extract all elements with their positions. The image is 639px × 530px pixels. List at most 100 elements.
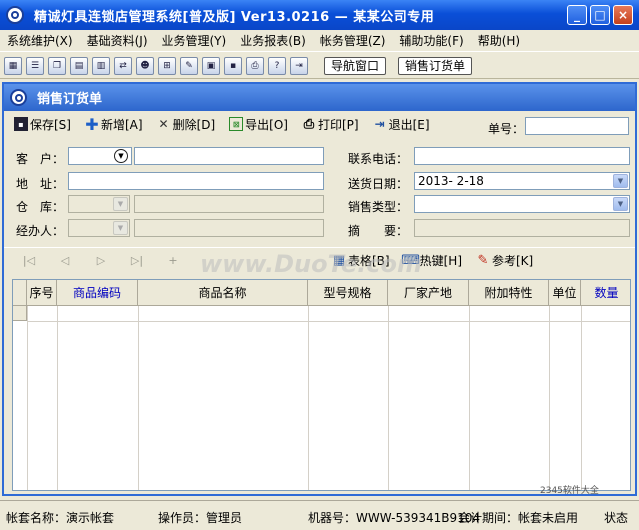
- print-label: 打印[P]: [317, 117, 359, 132]
- customer-code-field[interactable]: ▼: [68, 147, 132, 165]
- status-machine: 机器号：WWW-539341B9104: [308, 511, 481, 525]
- save-button[interactable]: ▪ 保存[S]: [14, 116, 71, 133]
- col-extra[interactable]: 附加特性: [469, 280, 549, 306]
- print-button[interactable]: ⎙ 打印[P]: [302, 116, 359, 133]
- watermark-text: www.DuoTe.com: [200, 250, 422, 278]
- close-button[interactable]: ×: [613, 5, 633, 25]
- export-button[interactable]: ⊠ 导出[O]: [229, 116, 288, 133]
- col-divider: [27, 306, 28, 490]
- title-bar: 精诚灯具连锁店管理系统[普及版] Ver13.0216 — 某某公司专用 _ □…: [0, 0, 639, 30]
- order-items-grid[interactable]: 序号 商品编码 商品名称 型号规格 厂家产地 附加特性 单位 数量: [12, 279, 631, 491]
- last-record-button[interactable]: ▷|: [126, 254, 148, 267]
- help-icon[interactable]: ?: [268, 56, 286, 75]
- grid-icon[interactable]: ▦: [4, 56, 22, 75]
- plus-icon: ✚: [85, 114, 99, 134]
- menu-help[interactable]: 帮助(H): [471, 32, 527, 49]
- col-manufacturer[interactable]: 厂家产地: [388, 280, 469, 306]
- reference-button[interactable]: ✎ 参考[K]: [476, 252, 534, 269]
- exit-button[interactable]: ⇥ 退出[E]: [373, 116, 430, 133]
- row-selector-header: [13, 280, 27, 306]
- col-seq[interactable]: 序号: [27, 280, 57, 306]
- status-operator: 操作员：管理员: [158, 511, 243, 525]
- menu-business[interactable]: 业务管理(Y): [155, 32, 234, 49]
- transfer-icon[interactable]: ⇄: [114, 56, 132, 75]
- row-selector[interactable]: [13, 306, 27, 321]
- sales-type-label: 销售类型：: [348, 200, 409, 214]
- warehouse-select[interactable]: ▼: [68, 195, 130, 213]
- col-unit[interactable]: 单位: [549, 280, 581, 306]
- window-title: 精诚灯具连锁店管理系统[普及版] Ver13.0216 — 某某公司专用: [34, 9, 435, 25]
- save-icon[interactable]: ▪: [224, 56, 242, 75]
- windows-icon[interactable]: ❐: [48, 56, 66, 75]
- exit-label: 退出[E]: [388, 117, 430, 132]
- customer-name-field[interactable]: [134, 147, 324, 165]
- export-icon: ⊠: [229, 117, 244, 131]
- col-divider: [57, 306, 58, 490]
- report-icon[interactable]: ▥: [92, 56, 110, 75]
- handler-select[interactable]: ▼: [68, 219, 130, 237]
- image-icon[interactable]: ▣: [202, 56, 220, 75]
- chevron-down-icon[interactable]: ▼: [113, 221, 128, 235]
- cart-icon[interactable]: ⊞: [158, 56, 176, 75]
- order-no-field[interactable]: [525, 117, 629, 135]
- edit-icon[interactable]: ✎: [180, 56, 198, 75]
- app-icon: [6, 6, 24, 24]
- menu-tools[interactable]: 辅助功能(F): [392, 32, 470, 49]
- users-icon[interactable]: ☻: [136, 56, 154, 75]
- summary-field[interactable]: [414, 219, 630, 237]
- col-divider: [308, 306, 309, 490]
- phone-label: 联系电话：: [348, 152, 409, 166]
- address-label: 地 址：: [16, 177, 65, 191]
- nav-window-button[interactable]: 导航窗口: [324, 56, 387, 75]
- menu-reports[interactable]: 业务报表(B): [233, 32, 313, 49]
- customer-label: 客 户：: [16, 152, 65, 166]
- child-title-bar: 销售订货单: [4, 84, 635, 111]
- maximize-button[interactable]: □: [590, 5, 610, 25]
- col-divider: [388, 306, 389, 490]
- col-product-code[interactable]: 商品编码: [57, 280, 138, 306]
- exit-icon[interactable]: ⇥: [290, 56, 308, 75]
- col-quantity[interactable]: 数量: [581, 280, 630, 306]
- child-app-icon: [10, 89, 27, 106]
- add-button[interactable]: ✚ 新增[A]: [85, 114, 142, 134]
- menu-system[interactable]: 系统维护(X): [0, 32, 80, 49]
- table-row[interactable]: [27, 321, 630, 322]
- document-icon[interactable]: ▤: [70, 56, 88, 75]
- add-record-button[interactable]: +: [162, 254, 184, 267]
- delivery-date-field[interactable]: 2013- 2-18 ▼: [414, 172, 630, 190]
- chevron-down-icon[interactable]: ▼: [613, 197, 628, 211]
- corner-watermark: 2345软件大全: [540, 486, 599, 496]
- delete-x-icon: ✕: [158, 117, 169, 131]
- address-field[interactable]: [68, 172, 324, 190]
- delete-button[interactable]: ✕ 删除[D]: [157, 116, 216, 133]
- list-icon[interactable]: ☰: [26, 56, 44, 75]
- status-state: 状态: [604, 511, 629, 525]
- menu-basic-data[interactable]: 基础资料(J): [80, 32, 155, 49]
- prev-record-button[interactable]: ◁: [54, 254, 76, 267]
- status-account: 帐套名称：演示帐套: [6, 511, 115, 525]
- summary-label: 摘 要：: [348, 224, 409, 238]
- next-record-button[interactable]: ▷: [90, 254, 112, 267]
- sales-order-window: 销售订货单 ▪ 保存[S] ✚ 新增[A] ✕ 删除[D] ⊠ 导出[O] ⎙ …: [2, 82, 637, 496]
- grid-header: 序号 商品编码 商品名称 型号规格 厂家产地 附加特性 单位 数量: [13, 280, 630, 306]
- status-period: 会计期间：帐套未启用: [458, 511, 579, 525]
- reference-icon: ✎: [477, 253, 489, 268]
- chevron-down-icon[interactable]: ▼: [113, 197, 128, 211]
- sales-type-select[interactable]: ▼: [414, 195, 630, 213]
- printer-icon[interactable]: ⎙: [246, 56, 264, 75]
- phone-field[interactable]: [414, 147, 630, 165]
- menu-accounts[interactable]: 帐务管理(Z): [313, 32, 393, 49]
- main-toolbar: ▦ ☰ ❐ ▤ ▥ ⇄ ☻ ⊞ ✎ ▣ ▪ ⎙ ? ⇥ 导航窗口 销售订货单: [0, 53, 639, 79]
- child-title: 销售订货单: [37, 92, 103, 107]
- first-record-button[interactable]: |◁: [18, 254, 40, 267]
- chevron-down-icon[interactable]: ▼: [613, 174, 628, 188]
- export-label: 导出[O]: [245, 117, 288, 132]
- minimize-button[interactable]: _: [567, 5, 587, 25]
- col-product-name[interactable]: 商品名称: [138, 280, 308, 306]
- sales-order-button[interactable]: 销售订货单: [398, 56, 473, 75]
- save-label: 保存[S]: [30, 117, 71, 132]
- menu-bar: 系统维护(X) 基础资料(J) 业务管理(Y) 业务报表(B) 帐务管理(Z) …: [0, 30, 639, 52]
- chevron-down-icon[interactable]: ▼: [114, 149, 128, 163]
- col-model[interactable]: 型号规格: [308, 280, 388, 306]
- col-divider: [469, 306, 470, 490]
